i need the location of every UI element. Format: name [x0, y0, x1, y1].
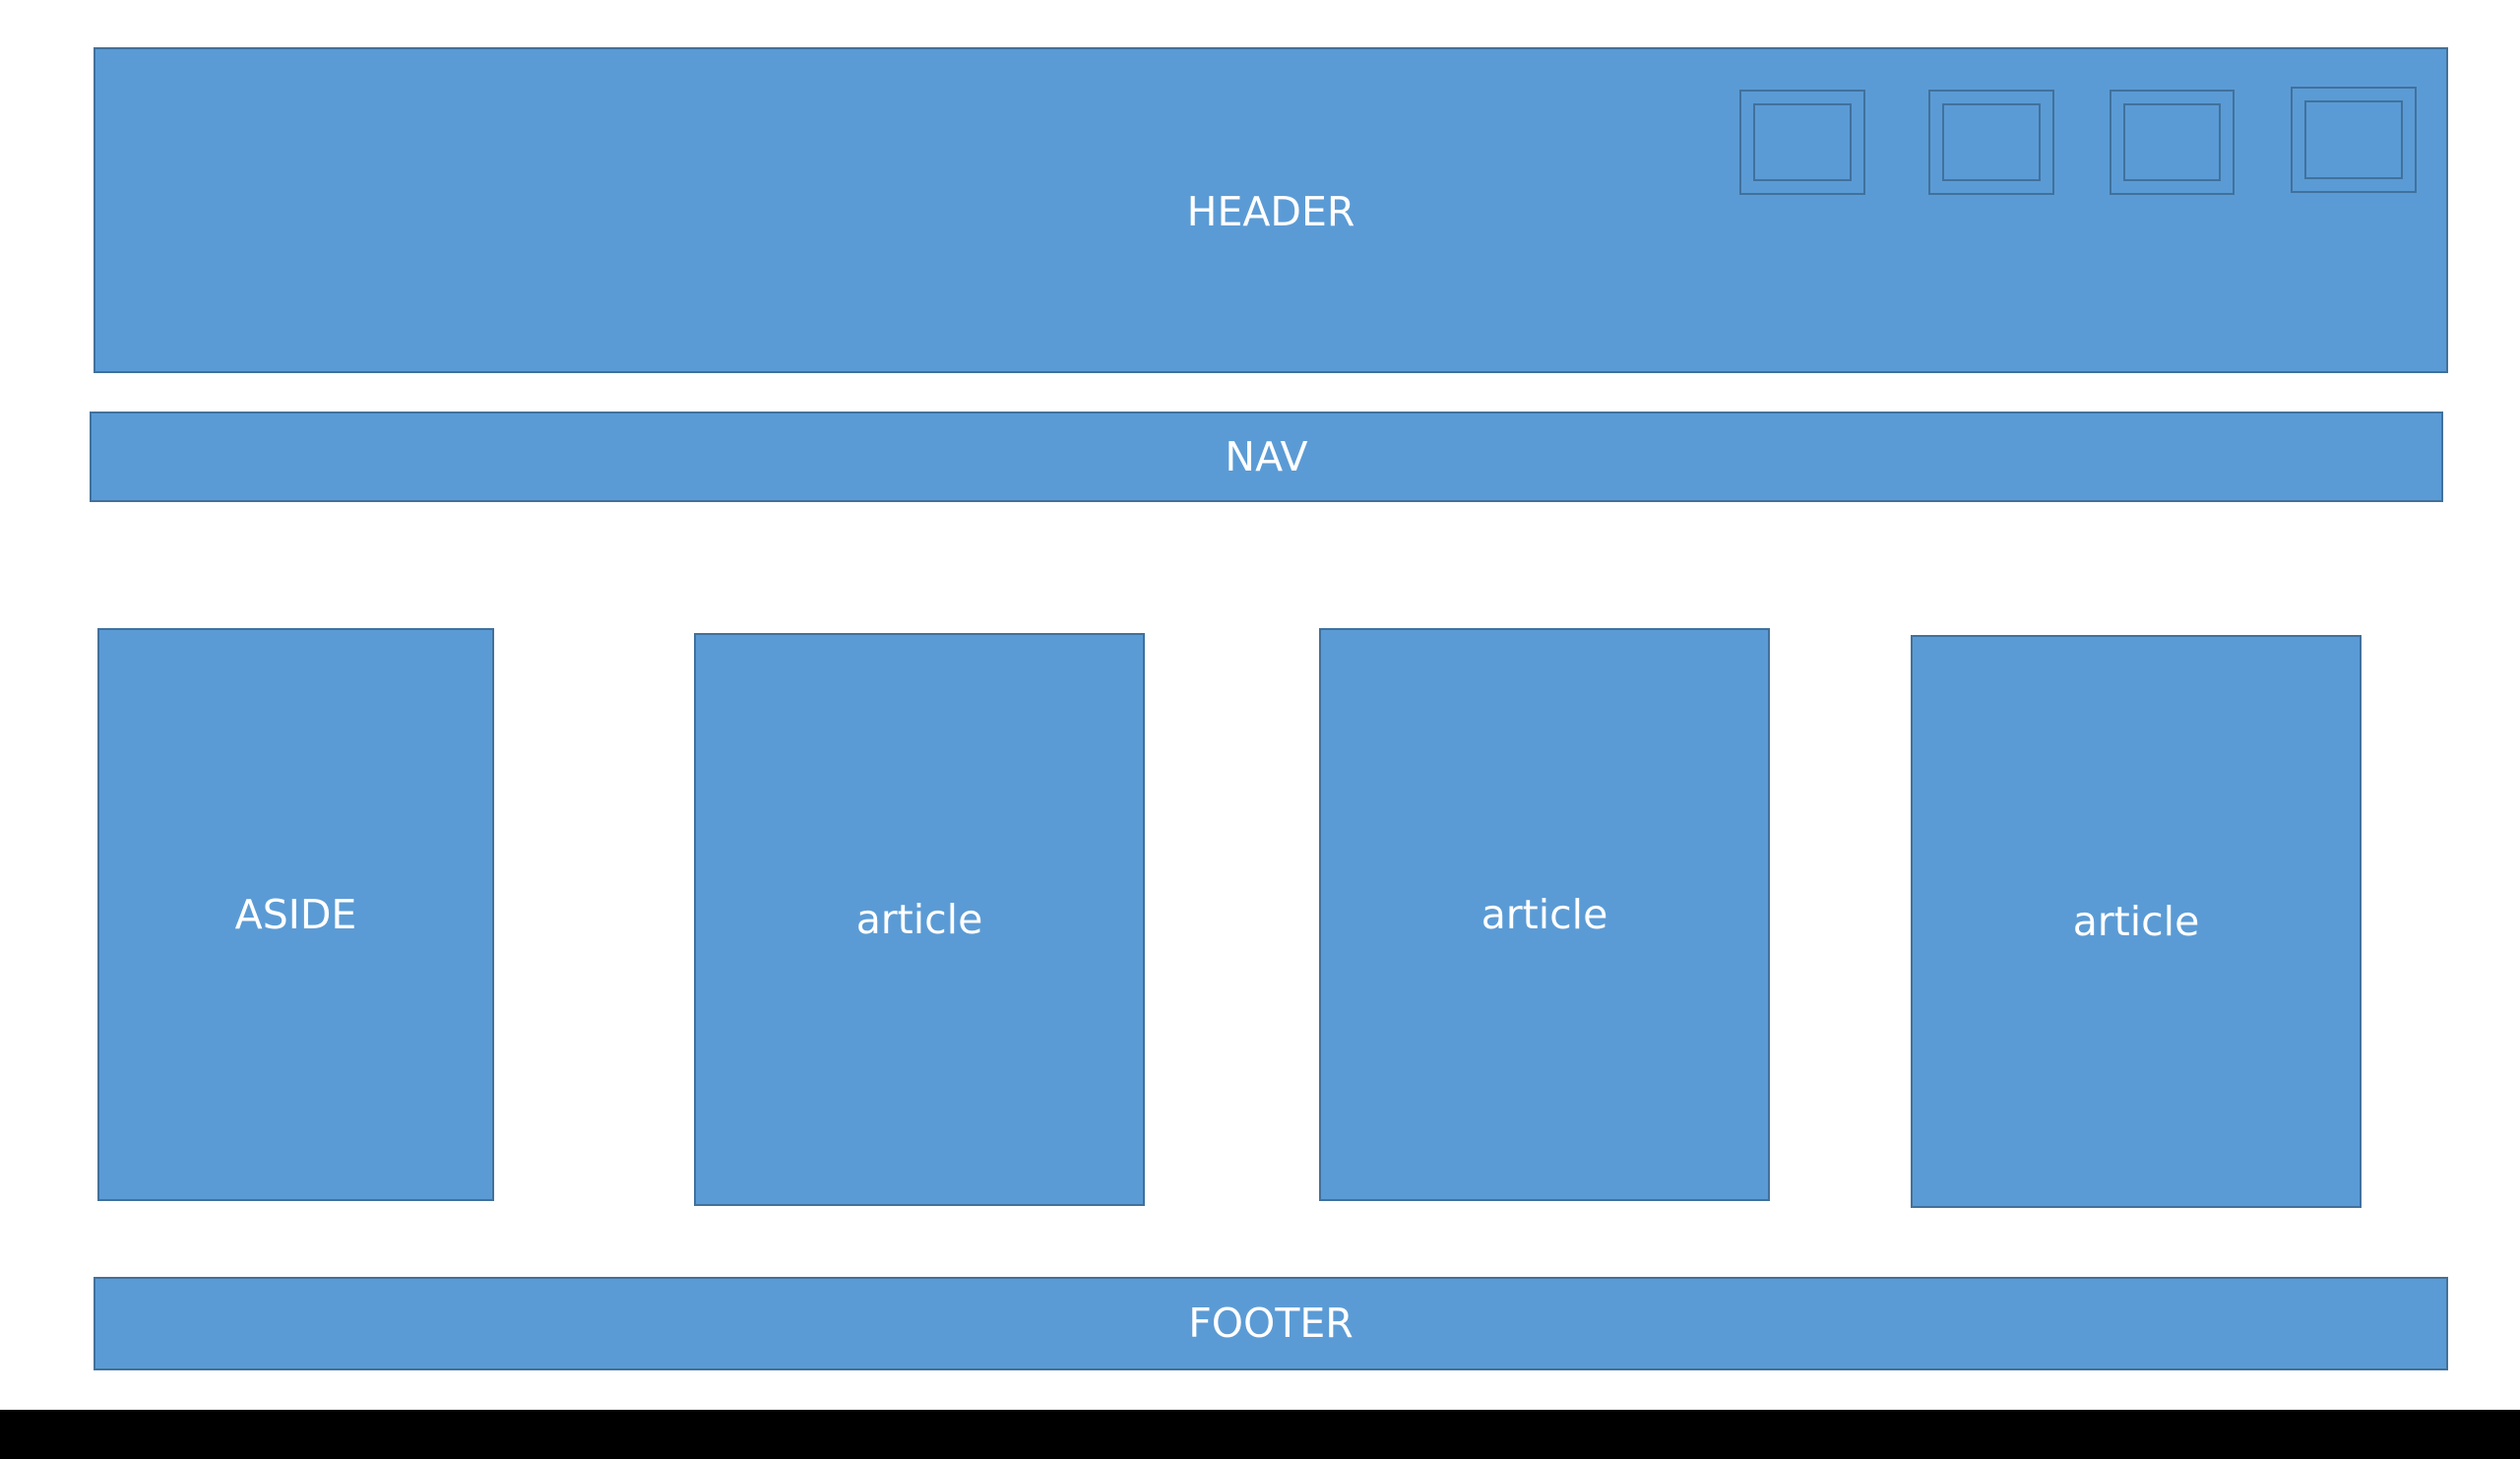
window-icon	[1739, 90, 1865, 195]
article-block: article	[694, 633, 1145, 1206]
article-block: article	[1911, 635, 2362, 1208]
footer-label: FOOTER	[1188, 1300, 1354, 1347]
article-label: article	[855, 895, 983, 943]
footer-block: FOOTER	[94, 1277, 2448, 1370]
article-label: article	[2072, 897, 2200, 945]
aside-block: ASIDE	[97, 628, 494, 1201]
window-icon	[1928, 90, 2054, 195]
nav-label: NAV	[1225, 432, 1308, 480]
aside-label: ASIDE	[234, 890, 357, 938]
window-icon	[2291, 87, 2417, 193]
header-label: HEADER	[1186, 188, 1355, 235]
article-label: article	[1480, 890, 1608, 938]
window-icon	[2110, 90, 2235, 195]
nav-block: NAV	[90, 412, 2443, 502]
article-block: article	[1319, 628, 1770, 1201]
bottom-bar	[0, 1410, 2520, 1459]
header-block: HEADER	[94, 47, 2448, 373]
